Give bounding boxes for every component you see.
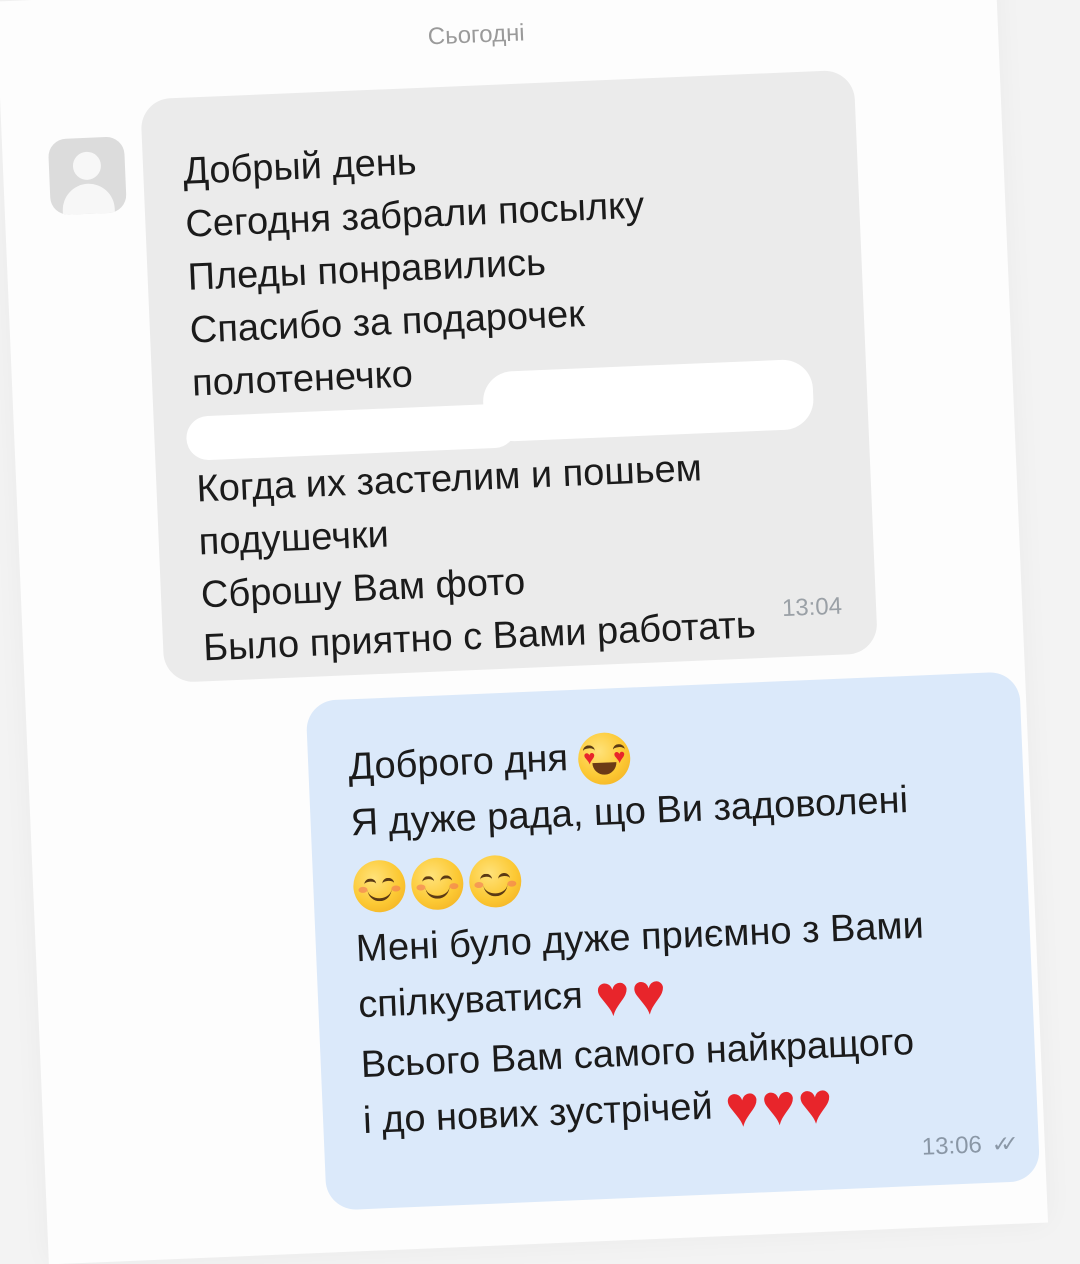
emoji-blush [416,884,426,891]
avatar-head [72,151,102,181]
red-heart-icon: ♥ [723,1073,761,1140]
emoji-mouth [367,887,392,902]
avatar-body [61,182,116,216]
red-heart-icon: ♥ [630,961,668,1028]
message-line-text: і до нових зустрічей [362,1085,714,1143]
message-line-text: Доброго дня [347,737,569,789]
incoming-message-bubble[interactable]: Добрый день Сегодня забрали посылку Плед… [140,69,879,684]
incoming-message-time: 13:04 [781,592,843,623]
red-heart-icon: ♥ [796,1070,834,1137]
contact-avatar-icon[interactable] [47,136,127,216]
emoji-blush [474,881,484,889]
incoming-message-text: Добрый день Сегодня забрали посылку Плед… [182,119,848,676]
redaction-mark [481,358,815,443]
emoji-eye [364,878,377,888]
smiling-face-emoji-icon [468,854,523,909]
heart-eye-icon: ♥ [612,743,626,768]
heart-eye-icon: ♥ [582,745,596,770]
chat-screen: Сьогодні Добрый день Сегодня забрали пос… [0,0,1049,1264]
outgoing-message-bubble[interactable]: Доброго дня ♥ ♥ Я дуже рада, що Ви задов… [305,671,1041,1211]
smiling-face-emoji-icon [352,859,407,914]
heart-eyes-emoji-icon: ♥ ♥ [577,731,632,786]
smiling-face-emoji-icon [410,856,465,911]
red-heart-icon: ♥ [593,962,632,1030]
emoji-mouth [592,762,618,776]
emoji-eye [479,873,493,883]
emoji-eye [421,875,435,886]
message-line-text: спілкуватися [357,974,584,1027]
red-heart-icon: ♥ [760,1071,798,1139]
emoji-blush [391,885,401,892]
time-label: 13:06 [921,1131,983,1161]
emoji-blush [358,886,368,894]
date-separator: Сьогодні [427,19,526,51]
emoji-blush [507,880,517,887]
double-check-icon: ✓✓ [991,1131,1010,1157]
emoji-mouth [483,882,508,897]
emoji-blush [449,882,459,890]
outgoing-message-text: Доброго дня ♥ ♥ Я дуже рада, що Ви задов… [347,712,1008,1153]
emoji-mouth [425,885,450,900]
outgoing-message-time: 13:06 ✓✓ [921,1130,1009,1162]
